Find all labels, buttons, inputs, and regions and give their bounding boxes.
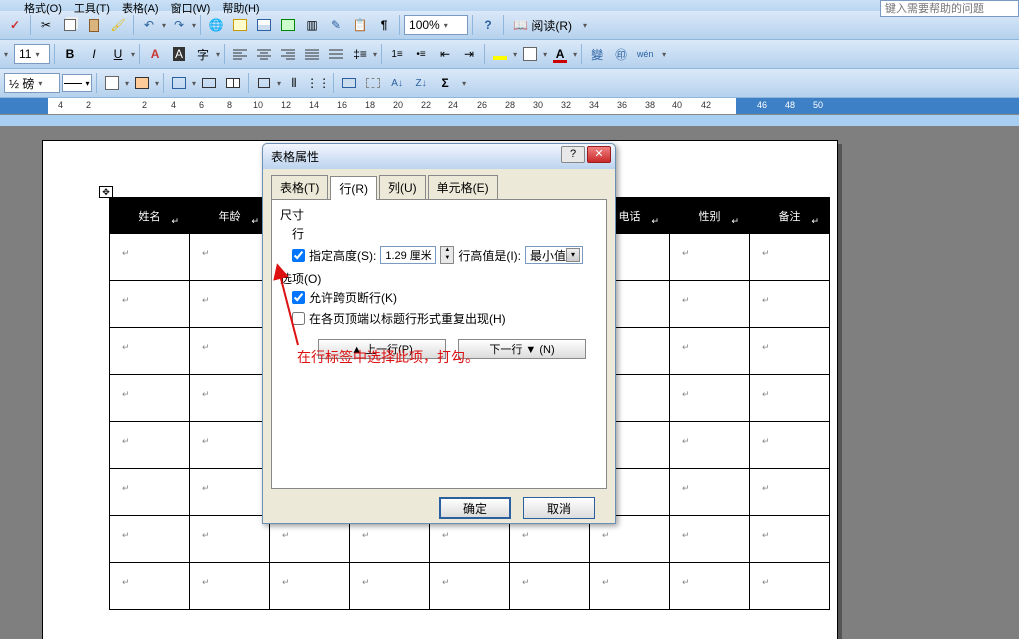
table-row (110, 563, 830, 610)
asian-layout-icon[interactable]: wén (634, 43, 656, 65)
read-button[interactable]: 📖 阅读(R) (508, 14, 577, 36)
spellcheck-icon[interactable]: ✓ (4, 14, 26, 36)
cancel-button[interactable]: 取消 (523, 497, 595, 519)
bullet-list-icon[interactable]: •≡ (410, 43, 432, 65)
annotation-text: 在行标签中选择此项，打勾。 (297, 347, 479, 367)
border-icon[interactable] (519, 43, 541, 65)
row-label: 行 (292, 225, 598, 242)
sort-asc-icon[interactable]: A↓ (386, 72, 408, 94)
help-search-input[interactable] (880, 0, 1019, 17)
menu-table[interactable]: 表格(A) (116, 0, 165, 11)
copy-icon[interactable] (59, 14, 81, 36)
highlight-icon[interactable] (489, 43, 511, 65)
table-header-cell: 姓名 (110, 198, 190, 234)
show-hide-icon[interactable]: ¶ (373, 14, 395, 36)
tables-borders-icon[interactable] (229, 14, 251, 36)
increase-indent-icon[interactable]: ⇥ (458, 43, 480, 65)
tab-column[interactable]: 列(U) (379, 175, 426, 199)
tab-row[interactable]: 行(R) (330, 176, 377, 200)
format-painter-icon[interactable]: 🖌 (107, 14, 129, 36)
enclose-char-icon[interactable]: ㊞ (610, 43, 632, 65)
allow-break-label: 允许跨页断行(K) (309, 289, 397, 306)
insert-table-icon[interactable] (253, 14, 275, 36)
align-left-icon[interactable] (229, 43, 251, 65)
split-cells-icon[interactable] (222, 72, 244, 94)
dialog-title: 表格属性 (271, 148, 319, 165)
help-icon[interactable]: ? (477, 14, 499, 36)
options-group-label: 选项(O) (280, 270, 598, 287)
char-shading-icon[interactable]: A (168, 43, 190, 65)
phonetic-guide-icon[interactable]: 變 (586, 43, 608, 65)
underline-button[interactable]: U (107, 43, 129, 65)
height-value-input[interactable] (380, 246, 436, 264)
height-spinner[interactable]: ▲▼ (440, 246, 454, 264)
shading-color-icon[interactable] (131, 72, 153, 94)
autoformat-icon[interactable] (338, 72, 360, 94)
specify-height-checkbox[interactable] (292, 249, 305, 262)
table-header-cell: 年龄 (190, 198, 270, 234)
undo-icon[interactable]: ↶ (138, 14, 160, 36)
size-group-label: 尺寸 (280, 206, 598, 223)
align-justify-icon[interactable] (301, 43, 323, 65)
tables-borders-toolbar: ½ 磅▾ ▾ ▾ ▾ ▾ ▾ ⫴ ⋮⋮ A↓ Z↓ Σ ▾ (0, 69, 1019, 98)
paste-icon[interactable] (83, 14, 105, 36)
redo-icon[interactable]: ↷ (168, 14, 190, 36)
align-cell-icon[interactable] (253, 72, 275, 94)
hide-gridlines-icon[interactable] (362, 72, 384, 94)
repeat-header-label: 在各页顶端以标题行形式重复出现(H) (309, 310, 506, 327)
table-properties-dialog: 表格属性 ? ✕ 表格(T) 行(R) 列(U) 单元格(E) 尺寸 行 指定高… (262, 143, 616, 524)
tab-panel-row: 尺寸 行 指定高度(S): ▲▼ 行高值是(I): 最小值▾ 选项(O) 允许跨… (271, 199, 607, 489)
border-box-icon[interactable]: A (144, 43, 166, 65)
zoom-dropdown[interactable]: 100%▾ (404, 15, 468, 35)
align-distribute-icon[interactable] (325, 43, 347, 65)
line-spacing-icon[interactable]: ‡≡ (349, 43, 371, 65)
horizontal-ruler[interactable]: 4 2 2 4 6 8 10 12 14 16 18 20 22 24 26 2… (0, 98, 1019, 115)
dialog-titlebar[interactable]: 表格属性 ? ✕ (263, 144, 615, 169)
merge-cells-icon[interactable] (198, 72, 220, 94)
tab-table[interactable]: 表格(T) (271, 175, 328, 199)
menu-help[interactable]: 帮助(H) (216, 0, 265, 11)
specify-height-label: 指定高度(S): (309, 247, 376, 264)
menu-window[interactable]: 窗口(W) (165, 0, 217, 11)
menu-format[interactable]: 格式(O) (18, 0, 68, 11)
distribute-rows-icon[interactable]: ⫴ (283, 72, 305, 94)
close-button[interactable]: ✕ (587, 146, 611, 163)
menu-bar: 格式(O) 工具(T) 表格(A) 窗口(W) 帮助(H) (0, 0, 1019, 11)
insert-table-icon2[interactable] (168, 72, 190, 94)
insert-excel-icon[interactable] (277, 14, 299, 36)
columns-icon[interactable]: ▥ (301, 14, 323, 36)
align-center-icon[interactable] (253, 43, 275, 65)
cut-icon[interactable]: ✂ (35, 14, 57, 36)
drawing-icon[interactable]: ✎ (325, 14, 347, 36)
allow-break-checkbox[interactable] (292, 291, 305, 304)
row-height-mode-dropdown[interactable]: 最小值▾ (525, 246, 583, 264)
menu-tools[interactable]: 工具(T) (68, 0, 116, 11)
align-right-icon[interactable] (277, 43, 299, 65)
autosum-icon[interactable]: Σ (434, 72, 456, 94)
hyperlink-icon[interactable]: 🌐 (205, 14, 227, 36)
table-header-cell: 备注 (750, 198, 830, 234)
dialog-tabs: 表格(T) 行(R) 列(U) 单元格(E) (271, 175, 607, 199)
decrease-indent-icon[interactable]: ⇤ (434, 43, 456, 65)
line-style-dropdown[interactable]: ▾ (62, 74, 92, 92)
italic-button[interactable]: I (83, 43, 105, 65)
ok-button[interactable]: 确定 (439, 497, 511, 519)
sort-desc-icon[interactable]: Z↓ (410, 72, 432, 94)
tab-cell[interactable]: 单元格(E) (428, 175, 498, 199)
help-button[interactable]: ? (561, 146, 585, 163)
distribute-cols-icon[interactable]: ⋮⋮ (307, 72, 329, 94)
fontsize-dropdown[interactable]: 11▾ (14, 44, 50, 64)
repeat-header-checkbox[interactable] (292, 312, 305, 325)
numbered-list-icon[interactable]: 1≡ (386, 43, 408, 65)
char-scaling-icon[interactable]: 字 (192, 43, 214, 65)
standard-toolbar: ✓ ✂ 🖌 ↶ ▾ ↷ ▾ 🌐 ▥ ✎ 📋 ¶ 100%▾ ? 📖 阅读(R) … (0, 11, 1019, 40)
table-header-cell: 性别 (670, 198, 750, 234)
bold-button[interactable]: B (59, 43, 81, 65)
formatting-toolbar: ▾ 11▾ B I U ▾ A A 字 ▾ ‡≡ ▾ 1≡ •≡ ⇤ ⇥ ▾ ▾… (0, 40, 1019, 69)
row-height-is-label: 行高值是(I): (458, 247, 521, 264)
font-color-icon[interactable]: A (549, 43, 571, 65)
document-map-icon[interactable]: 📋 (349, 14, 371, 36)
border-button[interactable] (101, 72, 123, 94)
line-weight-dropdown[interactable]: ½ 磅▾ (4, 73, 60, 93)
